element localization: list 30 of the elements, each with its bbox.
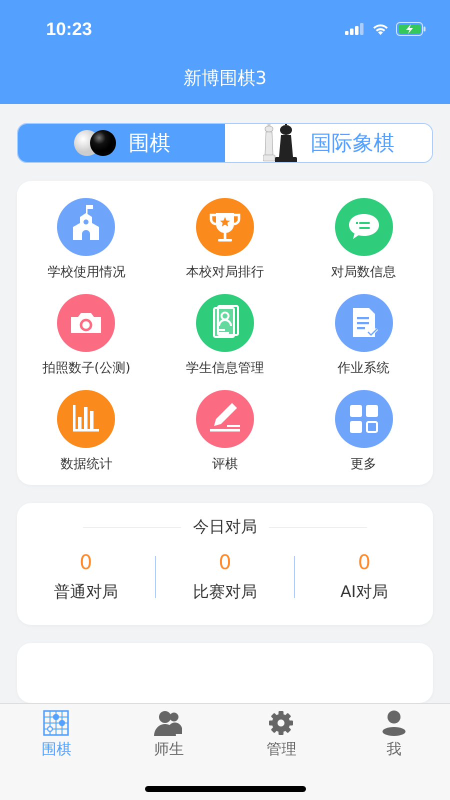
go-board-icon (43, 710, 70, 736)
feature-item[interactable]: 学校使用情况 (17, 197, 156, 281)
feature-item[interactable]: 作业系统 (294, 293, 433, 377)
stat-label: AI对局 (340, 582, 388, 603)
feature-item[interactable]: 数据统计 (17, 389, 156, 473)
settings-icon (268, 710, 294, 736)
stat-value: 0 (79, 550, 92, 574)
feature-item[interactable]: 拍照数子(公测) (17, 293, 156, 377)
go-stones-icon (72, 128, 116, 158)
battery-icon (396, 22, 426, 36)
stat-value: 0 (358, 550, 371, 574)
feature-item[interactable]: 评棋 (156, 389, 294, 473)
app-title: 新博围棋3 (183, 67, 267, 90)
stat-value: 0 (218, 550, 232, 574)
feature-item[interactable]: 本校对局排行 (156, 197, 294, 281)
feature-item[interactable]: 对局数信息 (294, 197, 433, 281)
people-icon (154, 710, 184, 736)
feature-item[interactable]: 更多 (294, 389, 433, 473)
wifi-icon (372, 23, 389, 35)
tab-bar-item[interactable]: 师生 (112, 710, 225, 759)
feature-item[interactable]: 学生信息管理 (156, 293, 294, 377)
signal-icon (345, 23, 365, 35)
tab-bar-item[interactable]: 我 (338, 710, 450, 759)
stat-label: 普通对局 (54, 582, 118, 603)
section-title: 今日对局 (193, 517, 257, 538)
tab-bar-item[interactable]: 管理 (225, 710, 338, 759)
chess-pieces-icon (262, 124, 298, 162)
person-icon (382, 710, 406, 736)
stat-label: 比赛对局 (193, 582, 257, 603)
status-time: 10:23 (46, 18, 92, 40)
